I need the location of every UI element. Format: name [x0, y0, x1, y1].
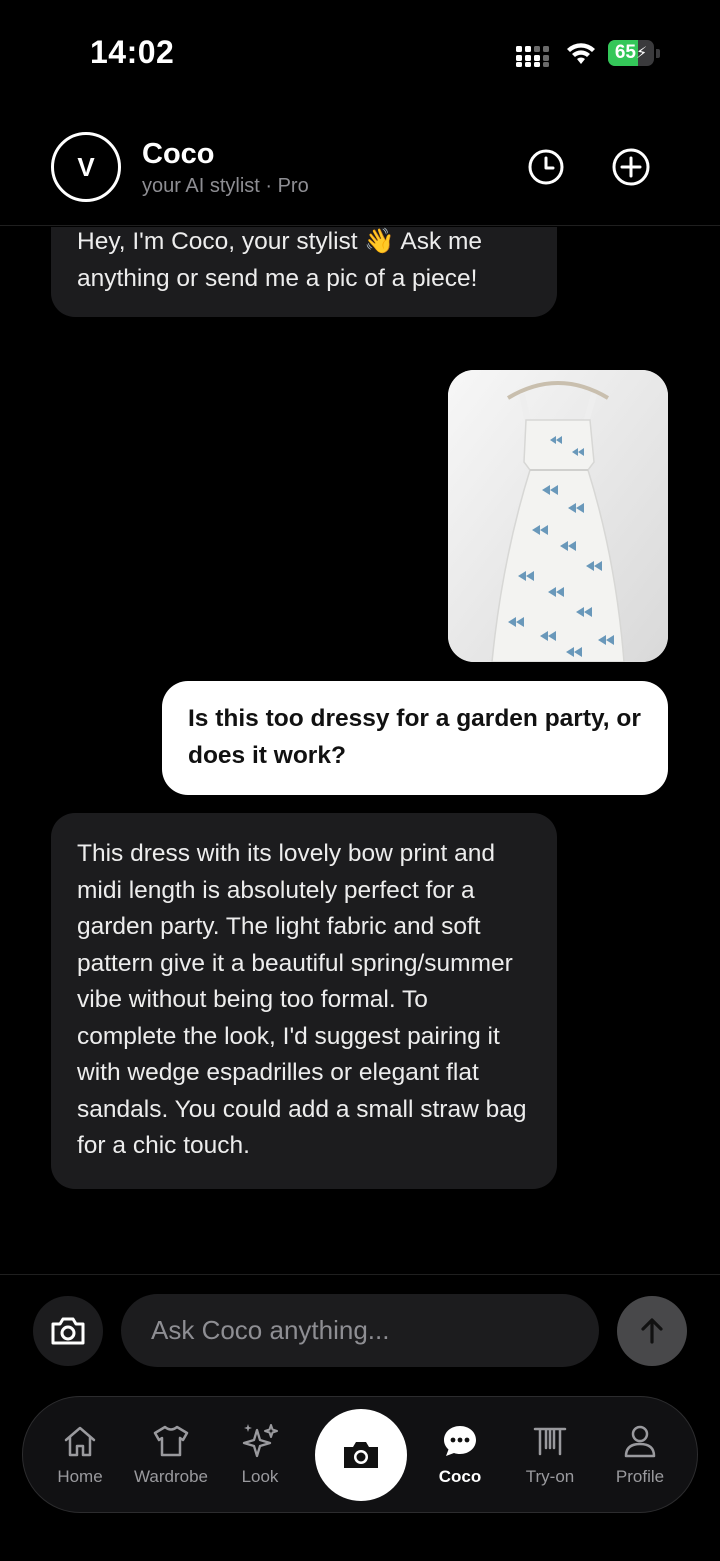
- tab-home[interactable]: Home: [35, 1421, 125, 1491]
- new-chat-button[interactable]: [611, 147, 651, 187]
- camera-icon: [51, 1317, 85, 1345]
- home-icon: [64, 1426, 96, 1457]
- cellular-signal-icon: [516, 46, 549, 67]
- charging-bolt-icon: ⚡: [635, 45, 648, 62]
- sparkles-icon: [242, 1424, 278, 1458]
- tab-label: Profile: [615, 1467, 665, 1486]
- page-subtitle: your AI stylist · Pro: [142, 175, 309, 197]
- tab-label: Coco: [438, 1467, 482, 1486]
- battery-indicator: 65⚡: [608, 40, 660, 66]
- camera-icon: [344, 1442, 378, 1468]
- tab-look[interactable]: Look: [215, 1421, 305, 1491]
- tab-label: Wardrobe: [133, 1467, 208, 1486]
- dress-photo: [448, 370, 668, 662]
- person-icon: [624, 1425, 656, 1458]
- plus-circle-icon: [612, 148, 650, 186]
- status-bar: 14:02 65⚡: [0, 0, 720, 100]
- hanger-rack-icon: [533, 1427, 567, 1456]
- tab-try-on[interactable]: Try-on: [505, 1421, 595, 1491]
- user-photo-message[interactable]: [448, 370, 668, 662]
- bot-message: Hey, I'm Coco, your stylist 👋 Ask me any…: [51, 227, 557, 317]
- wifi-icon: [567, 43, 595, 64]
- tshirt-icon: [153, 1425, 189, 1457]
- arrow-up-icon: [641, 1318, 663, 1344]
- ask-input[interactable]: [121, 1294, 599, 1367]
- avatar[interactable]: V: [51, 132, 121, 202]
- page-title: Coco: [142, 138, 215, 170]
- tab-label: Look: [241, 1467, 279, 1486]
- bottom-tab-bar: Home Wardrobe Look Coco Try-on Profile: [22, 1396, 698, 1513]
- tab-wardrobe[interactable]: Wardrobe: [126, 1421, 216, 1491]
- chat-header: V Coco your AI stylist · Pro: [0, 108, 720, 226]
- chat-bubble-icon: [444, 1426, 476, 1456]
- send-button[interactable]: [617, 1296, 687, 1366]
- tab-profile[interactable]: Profile: [595, 1421, 685, 1491]
- battery-percentage: 65: [614, 42, 636, 63]
- status-time: 14:02: [90, 34, 175, 70]
- user-message: Is this too dressy for a garden party, o…: [162, 681, 668, 795]
- center-camera-button[interactable]: [315, 1409, 407, 1501]
- camera-button[interactable]: [33, 1296, 103, 1366]
- bot-message: This dress with its lovely bow print and…: [51, 813, 557, 1189]
- clock-icon: [528, 149, 564, 185]
- tab-coco[interactable]: Coco: [415, 1421, 505, 1491]
- message-composer: [0, 1274, 720, 1384]
- chat-thread[interactable]: Hey, I'm Coco, your stylist 👋 Ask me any…: [0, 227, 720, 1273]
- tab-label: Home: [57, 1467, 103, 1486]
- tab-label: Try-on: [525, 1467, 575, 1486]
- history-button[interactable]: [526, 147, 566, 187]
